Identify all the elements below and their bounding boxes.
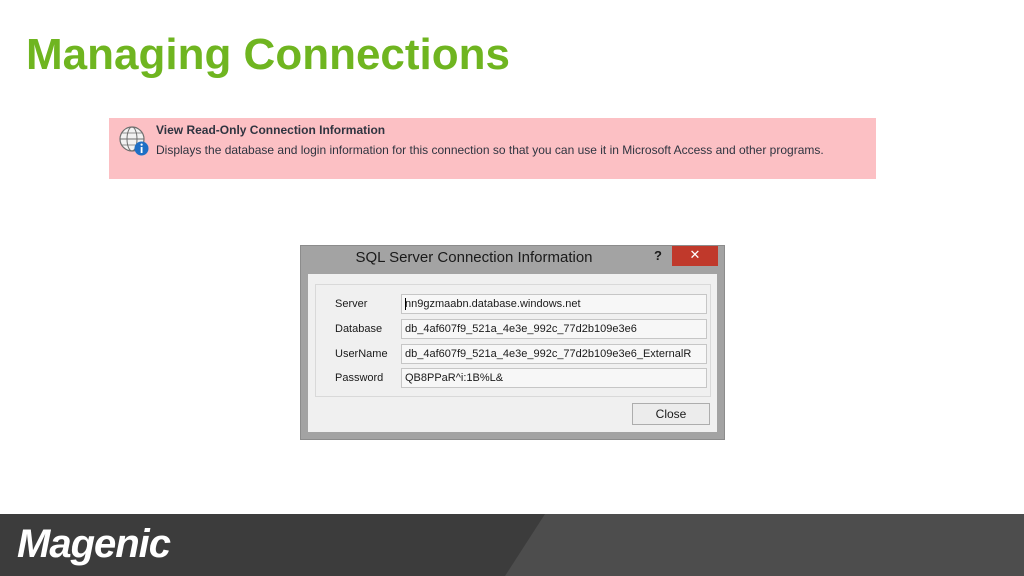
banner-description: Displays the database and login informat…: [156, 143, 824, 157]
password-label: Password: [335, 372, 384, 384]
password-field[interactable]: QB8PPaR^i:1B%L&: [401, 368, 707, 388]
help-button[interactable]: ?: [647, 246, 669, 266]
sql-connection-dialog: SQL Server Connection Information ? ✕ Se…: [300, 245, 725, 440]
dialog-title: SQL Server Connection Information: [355, 249, 593, 266]
database-field[interactable]: db_4af607f9_521a_4e3e_992c_77d2b109e3e6: [401, 319, 707, 339]
server-label: Server: [335, 298, 368, 310]
username-field[interactable]: db_4af607f9_521a_4e3e_992c_77d2b109e3e6_…: [401, 344, 707, 364]
footer-bar: Magenic: [0, 514, 1024, 576]
connection-fields-group: Server nn9gzmaabn.database.windows.net D…: [315, 284, 711, 397]
server-field[interactable]: nn9gzmaabn.database.windows.net: [401, 294, 707, 314]
banner-title: View Read-Only Connection Information: [156, 123, 386, 137]
close-icon[interactable]: ✕: [672, 246, 718, 266]
text-caret: [405, 298, 406, 310]
username-label: UserName: [335, 348, 388, 360]
slide-title: Managing Connections: [26, 30, 510, 79]
database-label: Database: [335, 323, 383, 335]
globe-info-icon: [117, 124, 151, 158]
magenic-logo: Magenic: [17, 522, 171, 566]
close-button[interactable]: Close: [632, 403, 710, 425]
dialog-body: Server nn9gzmaabn.database.windows.net D…: [308, 274, 717, 432]
view-connection-info-banner[interactable]: View Read-Only Connection Information Di…: [109, 118, 876, 179]
server-value: nn9gzmaabn.database.windows.net: [405, 298, 581, 310]
